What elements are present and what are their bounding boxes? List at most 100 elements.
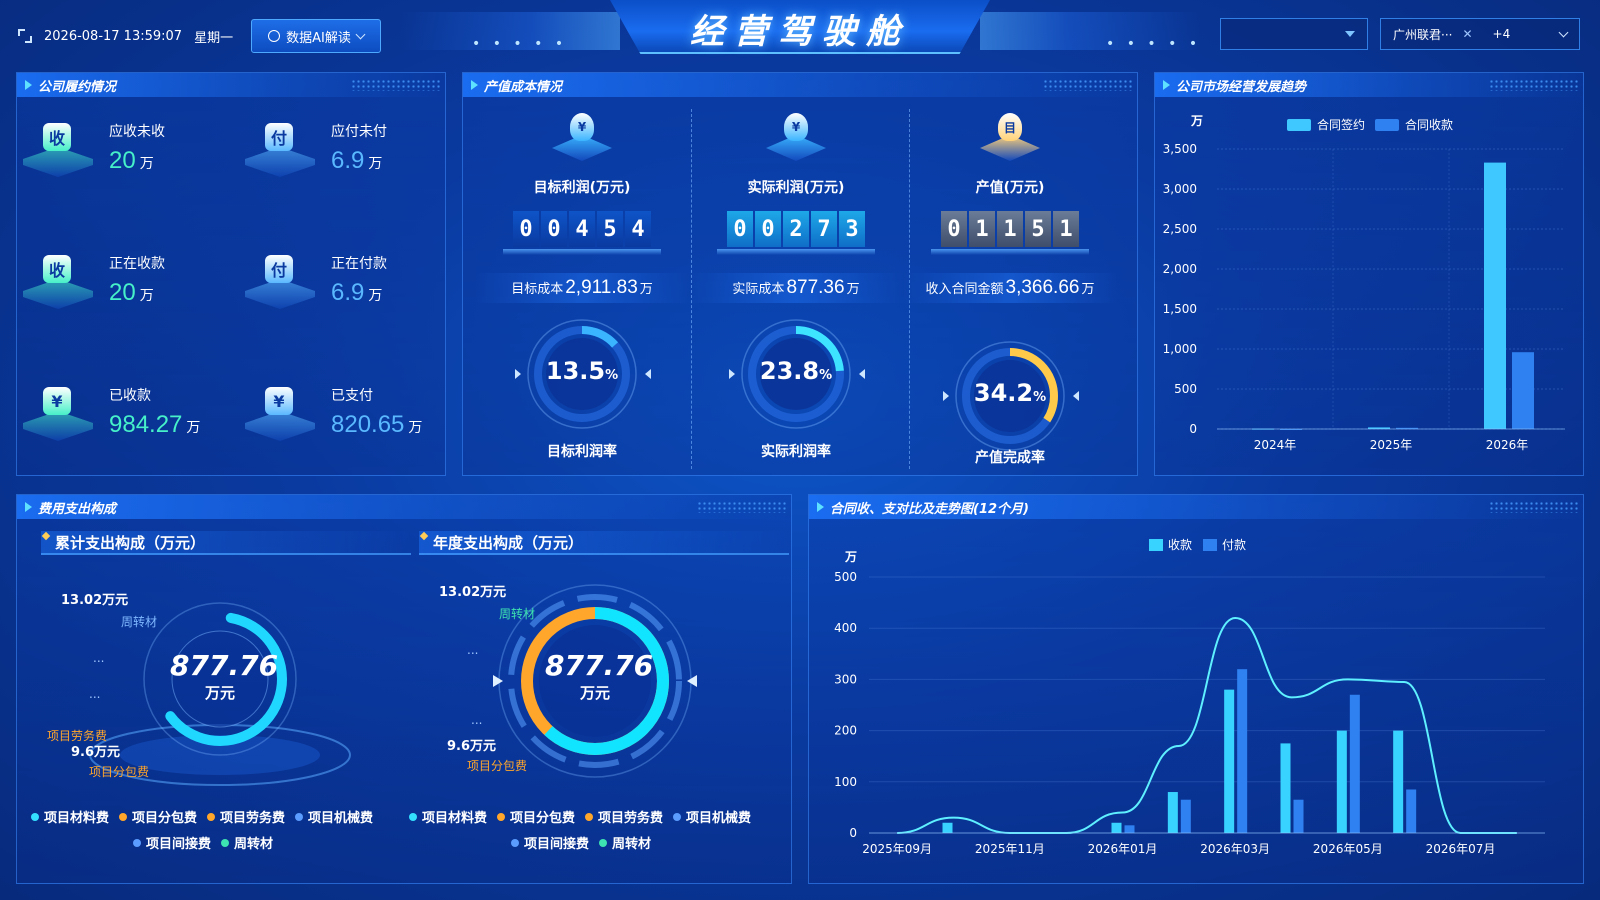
company-select[interactable]: 广州联君··· ✕ +4 bbox=[1380, 18, 1580, 50]
bar[interactable] bbox=[1406, 789, 1417, 833]
target-icon bbox=[268, 30, 281, 42]
kpi-value: 984.27 万 bbox=[109, 411, 201, 438]
bar[interactable] bbox=[942, 822, 953, 833]
legend-item[interactable]: 项目分包费 bbox=[497, 807, 575, 826]
ann-anno-bottom-name: 项目分包费 bbox=[467, 759, 528, 773]
chevron-down-icon bbox=[355, 29, 366, 39]
legend-swatch bbox=[1149, 539, 1163, 551]
y-tick-label: 1,000 bbox=[1163, 342, 1197, 356]
cost-panel-title: 产值成本情况 bbox=[484, 79, 563, 95]
document-icon: 目 bbox=[980, 109, 1040, 163]
legend-item[interactable]: 项目机械费 bbox=[295, 807, 373, 826]
ann-legend-row1: 项目材料费 项目分包费 项目劳务费 项目机械费 bbox=[409, 807, 751, 826]
legend-item[interactable]: 项目分包费 bbox=[119, 807, 197, 826]
kpi-tile: 付正在付款 6.9 万 bbox=[239, 249, 387, 317]
bar[interactable] bbox=[1237, 669, 1248, 833]
cost-column: ¥ 实际利润(万元) 0 0 2 7 3 实际成本 877.36 万 23.8% 实际利润率 bbox=[689, 97, 903, 473]
arrow-right-icon bbox=[25, 502, 32, 512]
ai-analysis-button[interactable]: 数据AI解读 bbox=[251, 19, 381, 53]
counter-digit: 5 bbox=[597, 211, 623, 247]
ann-ellipsis: ... bbox=[467, 643, 479, 657]
clear-icon[interactable]: ✕ bbox=[1462, 27, 1472, 41]
cost-sub-value: 实际成本 877.36 万 bbox=[689, 273, 903, 303]
kpi-platform-icon: 收 bbox=[17, 249, 97, 317]
pointer-right-icon bbox=[859, 369, 865, 379]
market-panel: 公司市场经营发展趋势 万 0 500 1,000 1,500 2,000 2,500 3,00… bbox=[1154, 72, 1584, 476]
arrow-right-icon bbox=[25, 80, 32, 90]
head-dots bbox=[1489, 501, 1579, 513]
bar[interactable] bbox=[1280, 743, 1291, 833]
bar[interactable] bbox=[1393, 730, 1404, 833]
bar[interactable] bbox=[1224, 689, 1235, 833]
bar[interactable] bbox=[1124, 825, 1135, 833]
contract-panel: 合同收、支对比及走势图(12个月) 万 0 100 200 300 400 500 收款 付款 2… bbox=[808, 494, 1584, 884]
kpi-label: 正在收款 bbox=[109, 256, 165, 272]
counter-digit: 5 bbox=[1025, 211, 1051, 247]
cum-ellipsis: ... bbox=[93, 651, 105, 665]
y-tick-label: 200 bbox=[834, 724, 857, 738]
kpi-tile: 收正在收款 20 万 bbox=[17, 249, 165, 317]
period-dropdown[interactable] bbox=[1220, 18, 1368, 50]
bar[interactable] bbox=[1180, 799, 1191, 833]
rate-label: 目标利润率 bbox=[547, 444, 617, 460]
rate-label: 产值完成率 bbox=[975, 450, 1045, 466]
legend-item[interactable]: 周转材 bbox=[599, 833, 651, 852]
legend-item[interactable]: 项目劳务费 bbox=[585, 807, 663, 826]
bar[interactable] bbox=[1167, 792, 1178, 833]
expense-panel-head: 费用支出构成 bbox=[17, 495, 791, 519]
cost-panel: 产值成本情况 ¥ 目标利润(万元) 0 0 4 5 4 目标成本 2,911.83 万 13.5% 目… bbox=[462, 72, 1138, 476]
ann-ellipsis: ... bbox=[471, 713, 483, 727]
trend-line bbox=[897, 616, 1517, 834]
weekday: 星期一 bbox=[194, 30, 234, 46]
money-bag-icon: ¥ bbox=[766, 109, 826, 163]
bar[interactable] bbox=[1484, 162, 1506, 429]
y-tick-label: 2,500 bbox=[1163, 222, 1197, 236]
legend-dot-icon bbox=[31, 812, 39, 821]
bar[interactable] bbox=[1111, 822, 1122, 833]
legend-dot-icon bbox=[207, 812, 216, 821]
counter-digit: 0 bbox=[727, 211, 753, 247]
bar[interactable] bbox=[1512, 352, 1534, 429]
bar[interactable] bbox=[1336, 730, 1347, 833]
bar[interactable] bbox=[1293, 799, 1304, 833]
legend-item[interactable]: 项目机械费 bbox=[673, 807, 751, 826]
y-unit-label: 万 bbox=[844, 550, 857, 564]
kpi-label: 已支付 bbox=[331, 388, 373, 404]
legend-label: 收款 bbox=[1168, 538, 1192, 552]
company-select-value: 广州联君··· bbox=[1393, 27, 1453, 42]
head-dots bbox=[697, 501, 787, 513]
fullscreen-icon[interactable] bbox=[18, 29, 32, 43]
legend-item[interactable]: 项目材料费 bbox=[31, 807, 109, 826]
x-tick-label: 2026年01月 bbox=[1088, 842, 1158, 856]
pointer-left-icon bbox=[729, 369, 735, 379]
legend-item[interactable]: 项目劳务费 bbox=[207, 807, 285, 826]
pointer-left-icon bbox=[515, 369, 521, 379]
legend-dot-icon bbox=[511, 838, 519, 847]
x-tick-label: 2026年 bbox=[1486, 438, 1529, 452]
performance-panel: 公司履约情况 收应收未收 20 万付应付未付 6.9 万收正在收款 20 万付正在付款 6.9… bbox=[16, 72, 446, 476]
cum-anno-top-name: 周转材 bbox=[121, 615, 158, 629]
x-tick-label: 2025年11月 bbox=[975, 842, 1045, 856]
cum-legend-row1: 项目材料费 项目分包费 项目劳务费 项目机械费 bbox=[31, 807, 373, 826]
legend-item[interactable]: 周转材 bbox=[221, 833, 273, 852]
legend-dot-icon bbox=[409, 812, 417, 821]
cum-anno-top-value: 13.02万元 bbox=[61, 593, 129, 608]
kpi-value: 6.9 万 bbox=[331, 279, 383, 306]
cost-column: ¥ 目标利润(万元) 0 0 4 5 4 目标成本 2,911.83 万 13.5% 目标利润率 bbox=[475, 97, 689, 473]
contract-bar-chart: 万 0 100 200 300 400 500 收款 付款 2025年09月 2025年11月 202… bbox=[834, 538, 1545, 856]
kpi-value: 20 万 bbox=[109, 279, 154, 306]
pointer-right-icon bbox=[1073, 391, 1079, 401]
legend-item[interactable]: 项目间接费 bbox=[133, 833, 211, 852]
y-tick-label: 500 bbox=[1174, 382, 1197, 396]
bar[interactable] bbox=[1349, 694, 1360, 833]
digit-counter: 01151 bbox=[903, 211, 1117, 247]
legend-dot-icon bbox=[295, 812, 304, 821]
x-tick-label: 2026年03月 bbox=[1200, 842, 1270, 856]
cumulative-total: 877.76 bbox=[170, 649, 279, 682]
legend-item[interactable]: 项目材料费 bbox=[409, 807, 487, 826]
legend-dot-icon bbox=[497, 812, 506, 821]
legend-item[interactable]: 项目间接费 bbox=[511, 833, 589, 852]
legend-label: 合同签约 bbox=[1317, 117, 1365, 132]
legend-label: 合同收款 bbox=[1405, 117, 1453, 132]
cost-label: 目标利润(万元) bbox=[533, 180, 631, 196]
